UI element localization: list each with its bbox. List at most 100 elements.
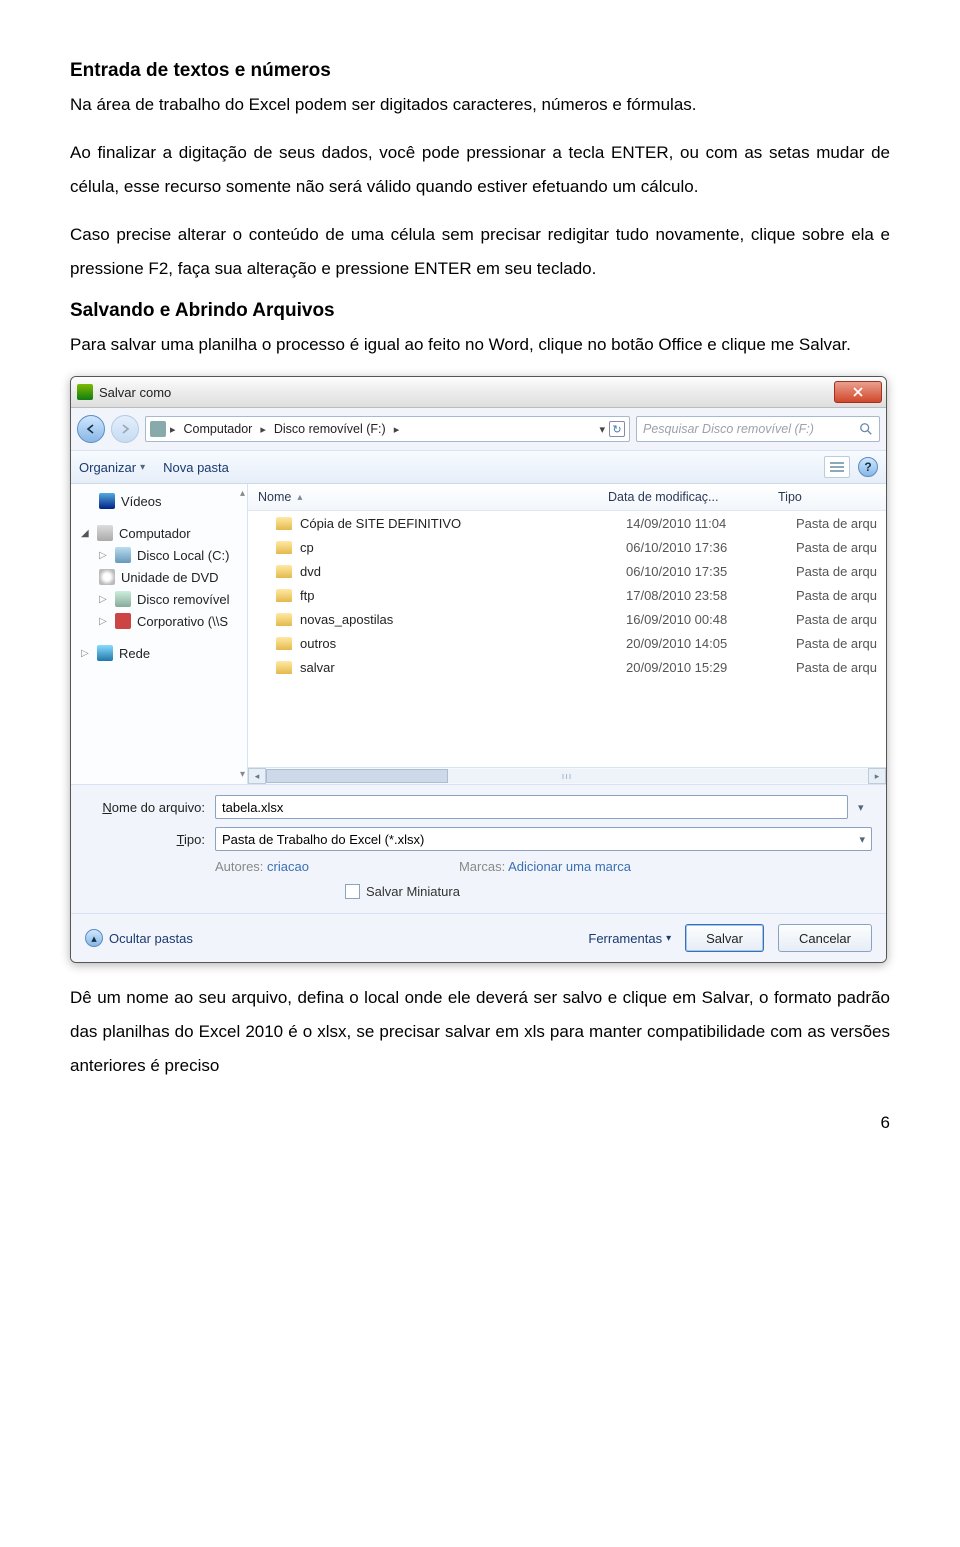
thumbnail-checkbox[interactable] [345,884,360,899]
chevron-right-icon: ▸ [392,423,402,436]
folder-icon [276,517,292,530]
tags-label: Marcas: [459,859,505,874]
expand-icon: ▷ [99,550,109,561]
folder-icon [276,661,292,674]
excel-icon [77,384,93,400]
breadcrumb[interactable]: ▸ Computador ▸ Disco removível (F:) ▸ ▾ … [145,416,630,442]
folder-icon [276,637,292,650]
file-name: Cópia de SITE DEFINITIVO [300,516,461,531]
file-date: 16/09/2010 00:48 [626,612,796,627]
navitem-label: Vídeos [121,494,161,509]
crumb-computer[interactable]: Computador [180,422,257,436]
organize-button[interactable]: Organizar ▾ [79,460,145,475]
file-date: 17/08/2010 23:58 [626,588,796,603]
chevron-down-icon[interactable]: ▾ [858,801,872,814]
navitem-label: Unidade de DVD [121,570,219,585]
file-date: 20/09/2010 14:05 [626,636,796,651]
arrow-right-icon [119,423,131,435]
views-button[interactable] [824,456,850,478]
chevron-down-icon[interactable]: ▾ [597,423,607,436]
list-item[interactable]: Cópia de SITE DEFINITIVO 14/09/2010 11:04… [248,511,886,535]
file-type: Pasta de arqu [796,540,886,555]
scroll-up-icon[interactable]: ▴ [240,488,245,499]
paragraph-2: Ao finalizar a digitação de seus dados, … [70,136,890,204]
folder-icon [276,565,292,578]
chevron-right-icon: ▸ [258,423,268,436]
file-date: 14/09/2010 11:04 [626,516,796,531]
file-type: Pasta de arqu [796,564,886,579]
navitem-dvd[interactable]: Unidade de DVD [75,566,243,588]
navitem-label: Rede [119,646,150,661]
scroll-right-icon[interactable]: ▸ [868,768,886,784]
file-type: Pasta de arqu [796,612,886,627]
authors-label: Autores: [215,859,263,874]
list-item[interactable]: cp 06/10/2010 17:36Pasta de arqu [248,535,886,559]
navigation-pane: ▴ Vídeos ◢Computador ▷ Disco Local (C:) U… [71,484,248,784]
sort-asc-icon: ▴ [297,492,302,503]
save-as-dialog: Salvar como ▸ Computador ▸ Disco removív… [70,376,887,963]
type-select[interactable]: Pasta de Trabalho do Excel (*.xlsx) ▾ [215,827,872,851]
file-type: Pasta de arqu [796,636,886,651]
close-button[interactable] [834,381,882,403]
col-date[interactable]: Data de modificaç... [608,490,778,504]
arrow-left-icon [85,423,97,435]
chevron-down-icon: ▾ [859,833,865,846]
folder-icon [276,541,292,554]
list-item[interactable]: novas_apostilas16/09/2010 00:48Pasta de … [248,607,886,631]
list-item[interactable]: salvar20/09/2010 15:29Pasta de arqu [248,655,886,679]
chevron-right-icon: ▸ [168,423,178,436]
list-item[interactable]: dvd06/10/2010 17:35Pasta de arqu [248,559,886,583]
navitem-label: Corporativo (\\S [137,614,228,629]
page-number: 6 [70,1113,890,1133]
drive-icon [150,421,166,437]
file-type: Pasta de arqu [796,516,886,531]
col-type[interactable]: Tipo [778,490,886,504]
file-date: 06/10/2010 17:36 [626,540,796,555]
navitem-network[interactable]: ▷Rede [75,642,243,664]
chevron-up-icon: ▴ [85,929,103,947]
authors-value[interactable]: criacao [267,859,309,874]
file-list: Nome▴ Data de modificaç... Tipo Cópia de… [248,484,886,784]
navitem-label: Computador [119,526,191,541]
cancel-button[interactable]: Cancelar [778,924,872,952]
file-type: Pasta de arqu [796,660,886,675]
hide-folders-button[interactable]: ▴ Ocultar pastas [85,929,193,947]
heading-save-open: Salvando e Abrindo Arquivos [70,300,890,322]
tools-button[interactable]: Ferramentas ▾ [588,931,671,946]
back-button[interactable] [77,415,105,443]
navitem-label: Disco Local (C:) [137,548,229,563]
computer-icon [97,525,113,541]
h-scrollbar[interactable]: ◂ ııı ▸ [248,767,886,784]
filename-label: Nome do arquivo: [85,800,205,815]
filename-input[interactable]: tabela.xlsx [215,795,848,819]
type-value: Pasta de Trabalho do Excel (*.xlsx) [222,832,424,847]
chevron-down-icon: ▾ [666,933,671,944]
navitem-local-disk[interactable]: ▷ Disco Local (C:) [75,544,243,566]
list-item[interactable]: outros20/09/2010 14:05Pasta de arqu [248,631,886,655]
refresh-button[interactable]: ↻ [609,421,625,437]
tags-value[interactable]: Adicionar uma marca [508,859,631,874]
file-date: 20/09/2010 15:29 [626,660,796,675]
navitem-label: Disco removível [137,592,229,607]
navitem-corporate[interactable]: ▷Corporativo (\\S [75,610,243,632]
scroll-down-icon[interactable]: ▾ [240,769,245,780]
address-bar: ▸ Computador ▸ Disco removível (F:) ▸ ▾ … [71,408,886,451]
crumb-drive[interactable]: Disco removível (F:) [270,422,390,436]
search-placeholder: Pesquisar Disco removível (F:) [643,422,814,436]
file-name: cp [300,540,314,555]
list-item[interactable]: ftp17/08/2010 23:58Pasta de arqu [248,583,886,607]
videos-icon [99,493,115,509]
new-folder-button[interactable]: Nova pasta [163,460,229,475]
scroll-left-icon[interactable]: ◂ [248,768,266,784]
folder-icon [276,613,292,626]
navitem-videos[interactable]: Vídeos [75,490,243,512]
help-button[interactable]: ? [858,457,878,477]
col-name[interactable]: Nome▴ [248,490,608,504]
search-icon [859,422,873,436]
navitem-removable[interactable]: ▷Disco removível [75,588,243,610]
navitem-computer[interactable]: ◢Computador [75,522,243,544]
toolbar: Organizar ▾ Nova pasta ? [71,451,886,484]
save-button[interactable]: Salvar [685,924,764,952]
forward-button[interactable] [111,415,139,443]
search-input[interactable]: Pesquisar Disco removível (F:) [636,416,880,442]
